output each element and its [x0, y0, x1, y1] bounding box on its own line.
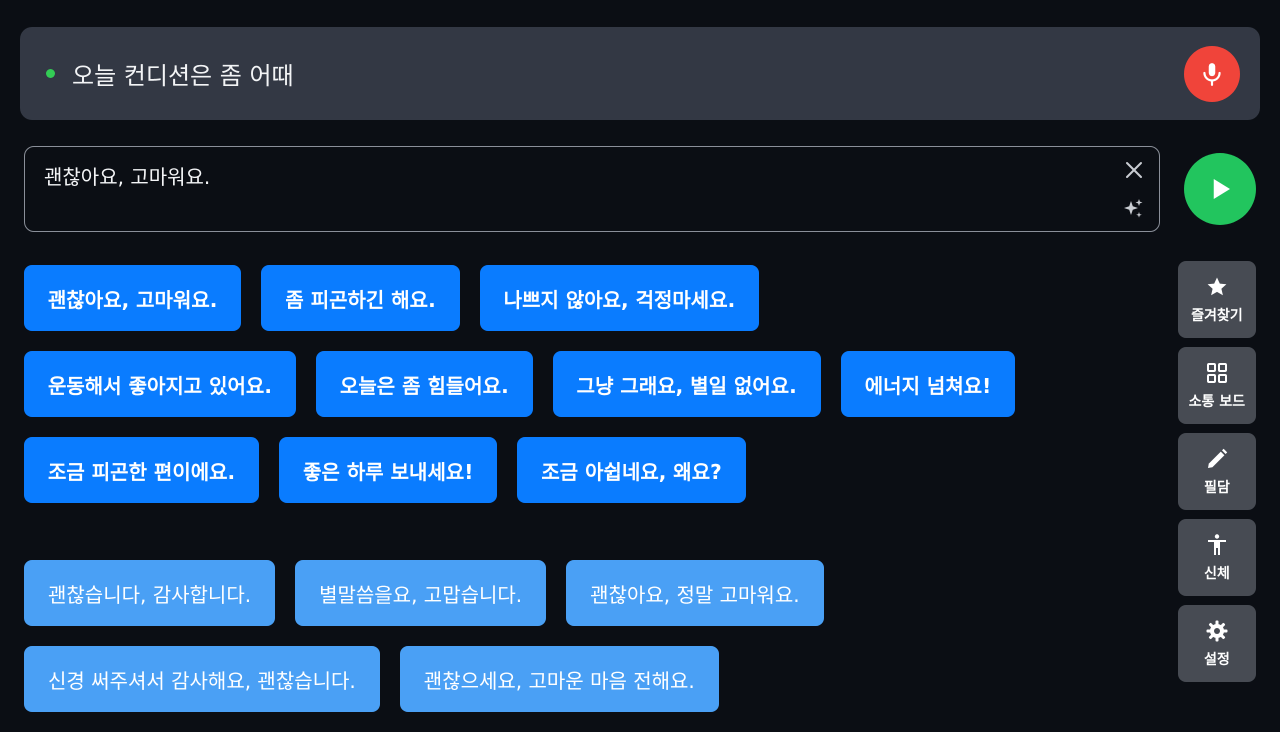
settings-label: 설정	[1204, 651, 1230, 668]
pencil-icon	[1205, 447, 1229, 471]
gear-icon	[1205, 619, 1229, 643]
body-icon	[1205, 533, 1229, 557]
listening-bar: 오늘 컨디션은 좀 어때	[20, 27, 1260, 120]
sparkle-icon[interactable]	[1121, 197, 1145, 221]
writing-label: 필담	[1204, 479, 1230, 496]
reply-input-value: 괜찮아요, 고마워요.	[44, 165, 211, 189]
writing-button[interactable]: 필담	[1178, 433, 1256, 510]
suggestion-row: 운동해서 좋아지고 있어요. 오늘은 좀 힘들어요. 그냥 그래요, 별일 없어…	[24, 351, 1164, 417]
grid-icon	[1205, 361, 1229, 385]
alternative-row: 괜찮습니다, 감사합니다. 별말씀을요, 고맙습니다. 괜찮아요, 정말 고마워…	[24, 560, 1164, 626]
suggestion-area: 괜찮아요, 고마워요. 좀 피곤하긴 해요. 나쁘지 않아요, 걱정마세요. 운…	[24, 265, 1164, 732]
suggestion-row: 조금 피곤한 편이에요. 좋은 하루 보내세요! 조금 아쉽네요, 왜요?	[24, 437, 1164, 503]
suggestion-row: 괜찮아요, 고마워요. 좀 피곤하긴 해요. 나쁘지 않아요, 걱정마세요.	[24, 265, 1164, 331]
favorites-label: 즐겨찾기	[1191, 307, 1243, 324]
microphone-button[interactable]	[1184, 45, 1240, 102]
close-icon[interactable]	[1123, 159, 1145, 181]
suggestion-chip[interactable]: 괜찮아요, 고마워요.	[24, 265, 242, 331]
reply-input[interactable]: 괜찮아요, 고마워요.	[24, 146, 1160, 232]
play-icon	[1213, 179, 1230, 199]
star-icon	[1205, 275, 1229, 299]
speak-button[interactable]	[1184, 153, 1256, 225]
settings-button[interactable]: 설정	[1178, 605, 1256, 682]
suggestion-chip[interactable]: 나쁘지 않아요, 걱정마세요.	[479, 265, 760, 331]
suggestion-chip[interactable]: 조금 아쉽네요, 왜요?	[517, 437, 746, 503]
alternative-chip[interactable]: 별말씀을요, 고맙습니다.	[295, 560, 547, 626]
suggestion-chip[interactable]: 좀 피곤하긴 해요.	[261, 265, 460, 331]
communication-board-button[interactable]: 소통 보드	[1178, 347, 1256, 424]
suggestion-chip[interactable]: 운동해서 좋아지고 있어요.	[24, 351, 296, 417]
suggestion-chip[interactable]: 오늘은 좀 힘들어요.	[315, 351, 533, 417]
alternative-row: 신경 써주셔서 감사해요, 괜찮습니다. 괜찮으세요, 고마운 마음 전해요.	[24, 646, 1164, 712]
microphone-icon	[1203, 62, 1221, 86]
favorites-button[interactable]: 즐겨찾기	[1178, 261, 1256, 338]
alternative-chip[interactable]: 괜찮습니다, 감사합니다.	[24, 560, 276, 626]
listening-status-dot	[46, 69, 55, 78]
communication-board-label: 소통 보드	[1188, 393, 1246, 410]
alternative-chip[interactable]: 신경 써주셔서 감사해요, 괜찮습니다.	[24, 646, 380, 712]
suggestion-chip[interactable]: 조금 피곤한 편이에요.	[24, 437, 260, 503]
suggestion-chip[interactable]: 그냥 그래요, 별일 없어요.	[552, 351, 821, 417]
suggestion-chip[interactable]: 에너지 넘쳐요!	[840, 351, 1016, 417]
heard-speech-text: 오늘 컨디션은 좀 어때	[72, 62, 294, 90]
body-button[interactable]: 신체	[1178, 519, 1256, 596]
alternative-chip[interactable]: 괜찮으세요, 고마운 마음 전해요.	[399, 646, 719, 712]
side-toolbar: 즐겨찾기 소통 보드 필담 신체 설정	[1178, 261, 1256, 682]
suggestion-chip[interactable]: 좋은 하루 보내세요!	[279, 437, 498, 503]
alternative-chip[interactable]: 괜찮아요, 정말 고마워요.	[566, 560, 824, 626]
body-label: 신체	[1204, 565, 1230, 582]
suggestion-group-divider	[24, 523, 1164, 560]
